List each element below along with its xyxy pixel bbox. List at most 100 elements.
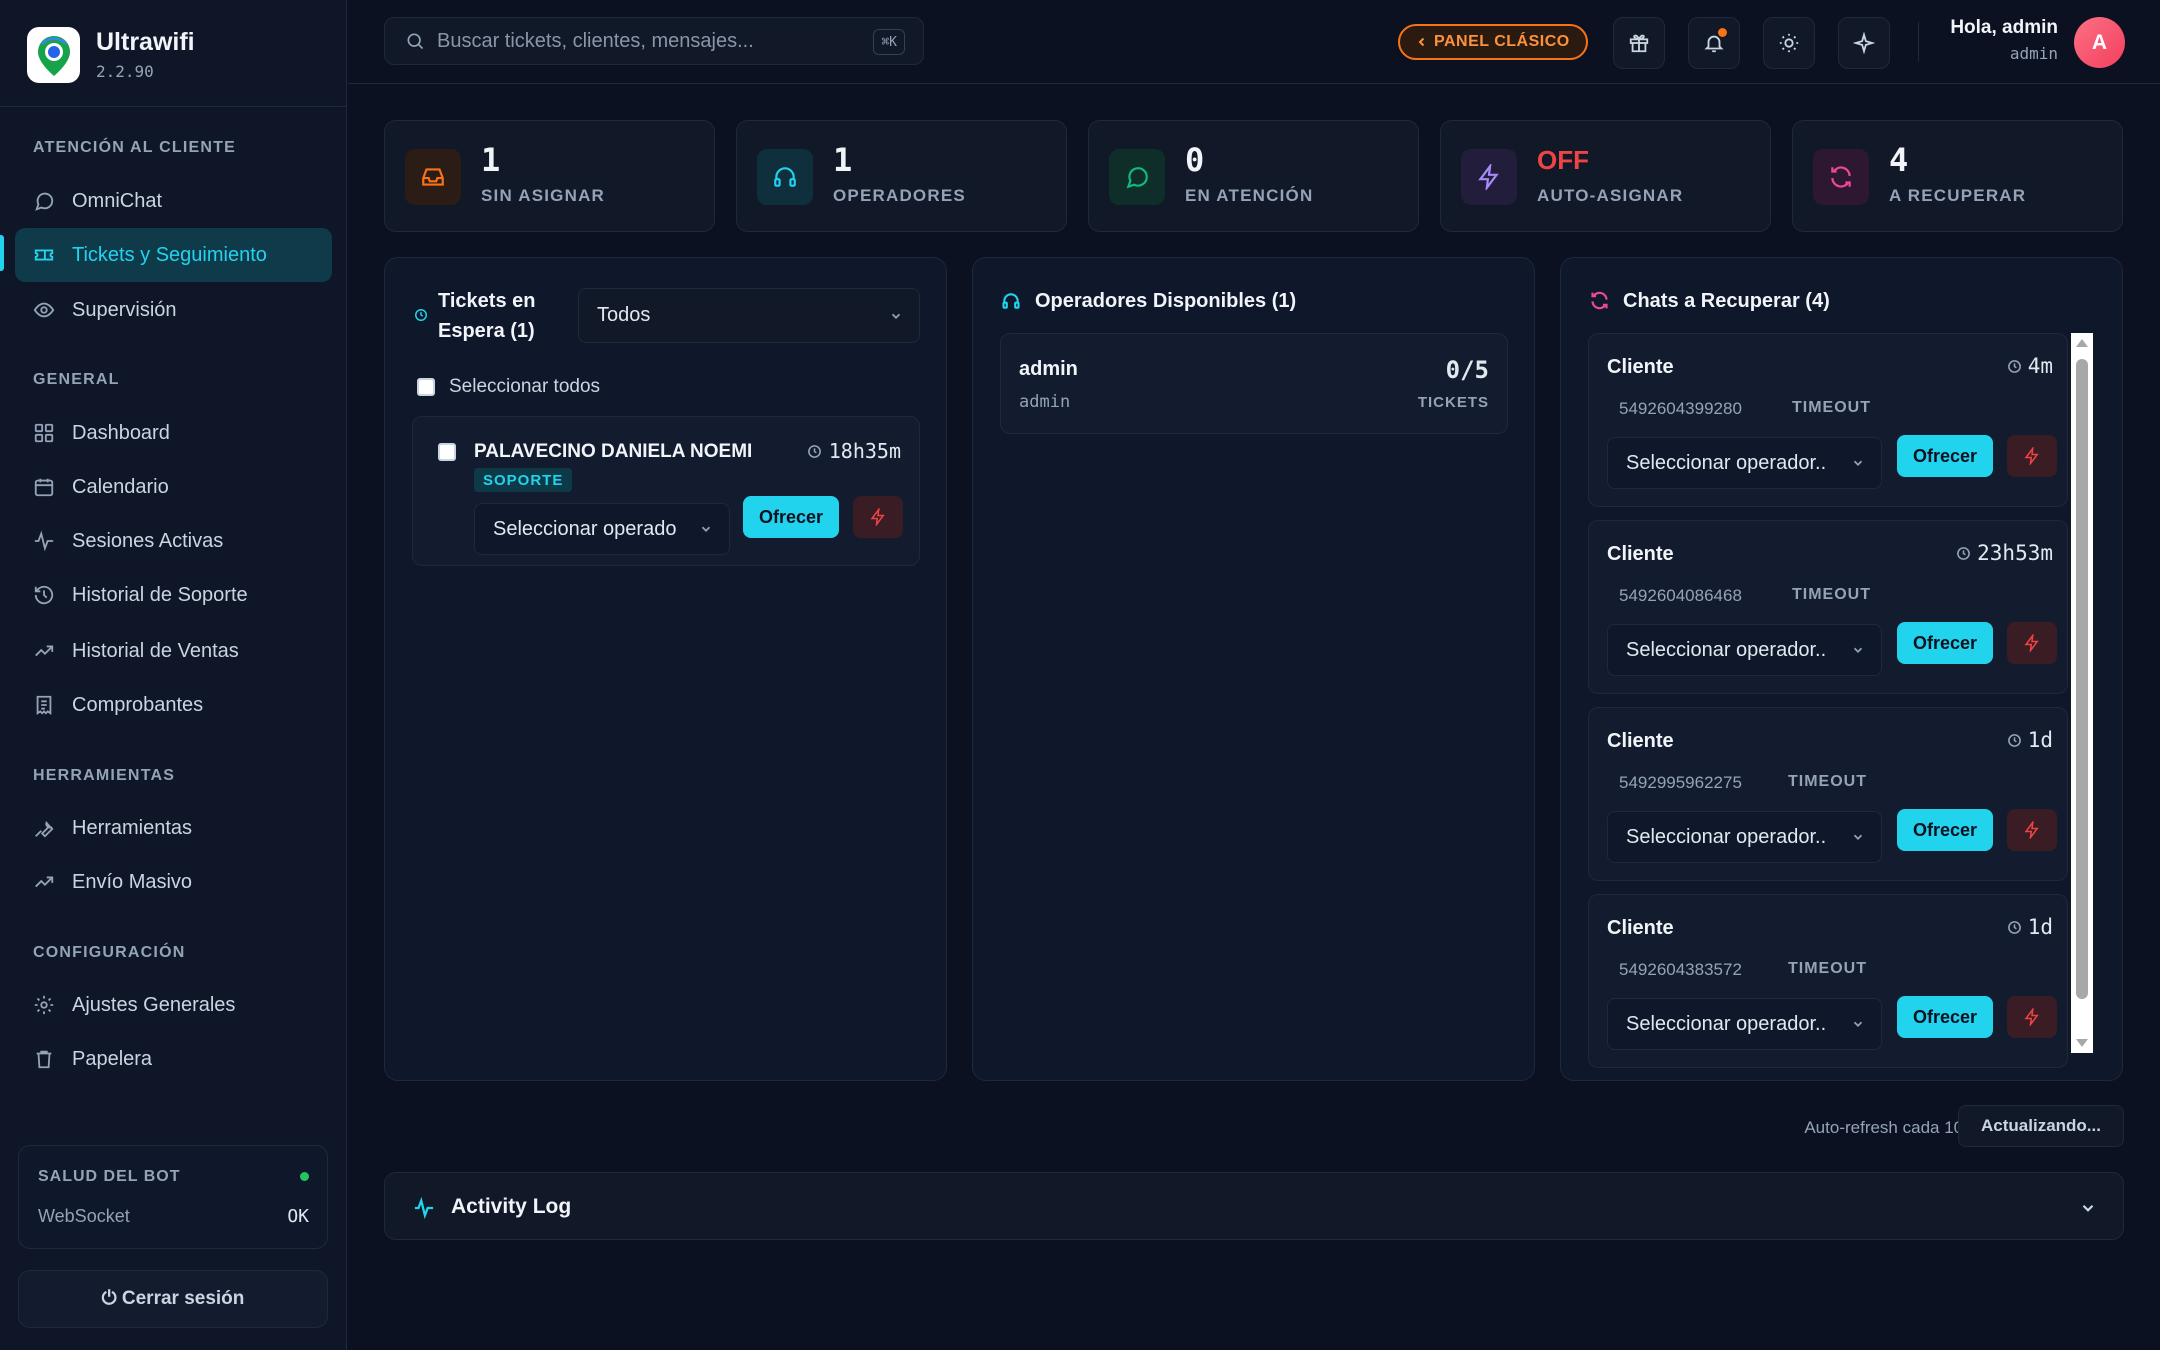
operator-select[interactable]: Seleccionar operador.. [1607,437,1882,489]
sidebar-item-papelera[interactable]: Papelera [15,1032,332,1086]
chevron-left-icon [1416,36,1428,48]
operator-select-value: Seleccionar operador.. [1626,1012,1827,1035]
tickets-panel-title: Tickets en Espera (1) [438,290,536,342]
sidebar-item-label: Comprobantes [72,693,204,716]
clock-icon [2007,733,2028,748]
classic-panel-button[interactable]: PANEL CLÁSICO [1398,24,1588,60]
offer-button[interactable]: Ofrecer [1897,996,1994,1038]
chat-phone: 5492604399280 [1619,399,1742,418]
operator-name: admin [1019,358,1078,380]
sidebar-item-omnichat[interactable]: OmniChat [15,174,332,228]
stat-label: SIN ASIGNAR [481,186,606,205]
app-version: 2.2.90 [96,62,154,81]
operator-select[interactable]: Seleccionar operador.. [1607,811,1882,863]
notifications-button[interactable] [1688,17,1740,69]
sparkle-icon [1853,32,1875,54]
refresh-button[interactable]: Actualizando... [1958,1105,2124,1147]
clock-icon [1956,546,1977,561]
sidebar-item-label: Calendario [72,475,169,498]
sidebar-item-tickets[interactable]: Tickets y Seguimiento [15,228,332,282]
sidebar-item-label: Envío Masivo [72,870,193,893]
operator-select[interactable]: Seleccionar operado [474,503,730,555]
chat-status: TIMEOUT [1788,773,1867,790]
sidebar-item-calendario[interactable]: Calendario [15,460,332,514]
sidebar-item-herramientas[interactable]: Herramientas [15,801,332,855]
force-assign-button[interactable] [2007,435,2057,477]
force-assign-button[interactable] [853,496,903,538]
logout-button[interactable]: ⏻ Cerrar sesión [18,1270,328,1328]
chat-wait-time: 1d [2007,728,2053,752]
recover-chat-card[interactable]: Cliente 1d 5492995962275 TIMEOUT Selecci… [1588,707,2068,881]
offer-button[interactable]: Ofrecer [743,496,840,538]
bot-health-card: SALUD DEL BOT WebSocket OK [18,1145,328,1249]
clock-icon [2007,920,2028,935]
offer-button[interactable]: Ofrecer [1897,435,1994,477]
force-assign-button[interactable] [2007,996,2057,1038]
websocket-status: OK [287,1206,309,1227]
chat-status: TIMEOUT [1792,399,1871,416]
scroll-up-arrow-icon[interactable] [2076,339,2088,347]
select-all-checkbox[interactable] [417,378,435,396]
chat-status: TIMEOUT [1792,586,1871,603]
sidebar-item-sesiones[interactable]: Sesiones Activas [15,514,332,568]
sidebar-item-dashboard[interactable]: Dashboard [15,406,332,460]
sidebar-item-ajustes[interactable]: Ajustes Generales [15,978,332,1032]
chevron-down-icon [1851,1017,1865,1031]
search-input[interactable] [437,29,857,53]
chat-status: TIMEOUT [1788,960,1867,977]
ticket-filter-select[interactable]: Todos [578,288,920,343]
sidebar: Ultrawifi 2.2.90 ATENCIÓN AL CLIENTE Omn… [0,0,347,1350]
app-logo[interactable] [27,27,80,83]
offer-button[interactable]: Ofrecer [1897,622,1994,664]
sidebar-item-label: Ajustes Generales [72,993,236,1016]
scroll-down-arrow-icon[interactable] [2076,1039,2088,1047]
chat-wait-time: 4m [2007,354,2053,378]
operator-select[interactable]: Seleccionar operador.. [1607,998,1882,1050]
theme-toggle-button[interactable] [1763,17,1815,69]
status-dot [300,1172,309,1181]
search-box[interactable]: ⌘K [384,17,924,65]
scrollbar-thumb[interactable] [2076,359,2088,999]
chat-time-value: 4m [2027,354,2053,378]
activity-log-accordion[interactable]: Activity Log [384,1172,2124,1240]
operator-card[interactable]: admin admin 0/5 TICKETS [1000,333,1508,434]
operator-username: admin [1019,392,1071,412]
recover-chat-card[interactable]: Cliente 4m 5492604399280 TIMEOUT Selecci… [1588,333,2068,507]
pulse-icon [413,1197,435,1219]
force-assign-button[interactable] [2007,622,2057,664]
ticket-customer-name: PALAVECINO DANIELA NOEMI [474,441,753,462]
operator-select[interactable]: Seleccionar operador.. [1607,624,1882,676]
recover-panel-title: Chats a Recuperar (4) [1623,290,1830,312]
recover-chat-card[interactable]: Cliente 23h53m 5492604086468 TIMEOUT Sel… [1588,520,2068,694]
chat-customer-name: Cliente [1607,543,1674,565]
chat-time-value: 1d [2027,915,2053,939]
scrollbar[interactable] [2071,333,2093,1053]
notification-dot [1718,28,1727,37]
stat-value: 0 [1185,141,1205,179]
operator-select-value: Seleccionar operador.. [1626,825,1827,848]
sidebar-item-historial-soporte[interactable]: Historial de Soporte [15,568,332,622]
offer-button[interactable]: Ofrecer [1897,809,1994,851]
chevron-down-icon [1851,456,1865,470]
recover-chat-card[interactable]: Cliente 1d 5492604383572 TIMEOUT Selecci… [1588,894,2068,1068]
user-role: admin [2009,44,2058,63]
gift-button[interactable] [1613,17,1665,69]
chat-customer-name: Cliente [1607,356,1674,378]
sidebar-item-label: Dashboard [72,421,170,444]
sidebar-item-historial-ventas[interactable]: Historial de Ventas [15,624,332,678]
stat-value: 4 [1889,141,1909,179]
sidebar-item-envio-masivo[interactable]: Envío Masivo [15,855,332,909]
chat-customer-name: Cliente [1607,730,1674,752]
avatar[interactable]: A [2074,17,2125,68]
ticket-card[interactable]: PALAVECINO DANIELA NOEMI 18h35m SOPORTE … [412,416,920,566]
greeting-text: Hola, admin [1950,17,2058,38]
ticket-checkbox[interactable] [438,443,456,461]
force-assign-button[interactable] [2007,809,2057,851]
sidebar-item-comprobantes[interactable]: Comprobantes [15,678,332,732]
select-all[interactable]: Seleccionar todos [417,376,600,398]
sidebar-item-supervision[interactable]: Supervisión [15,283,332,337]
ai-button[interactable] [1838,17,1890,69]
grid-icon [33,422,55,444]
activity-log-title: Activity Log [451,1195,572,1218]
sidebar-item-label: Historial de Soporte [72,583,248,606]
